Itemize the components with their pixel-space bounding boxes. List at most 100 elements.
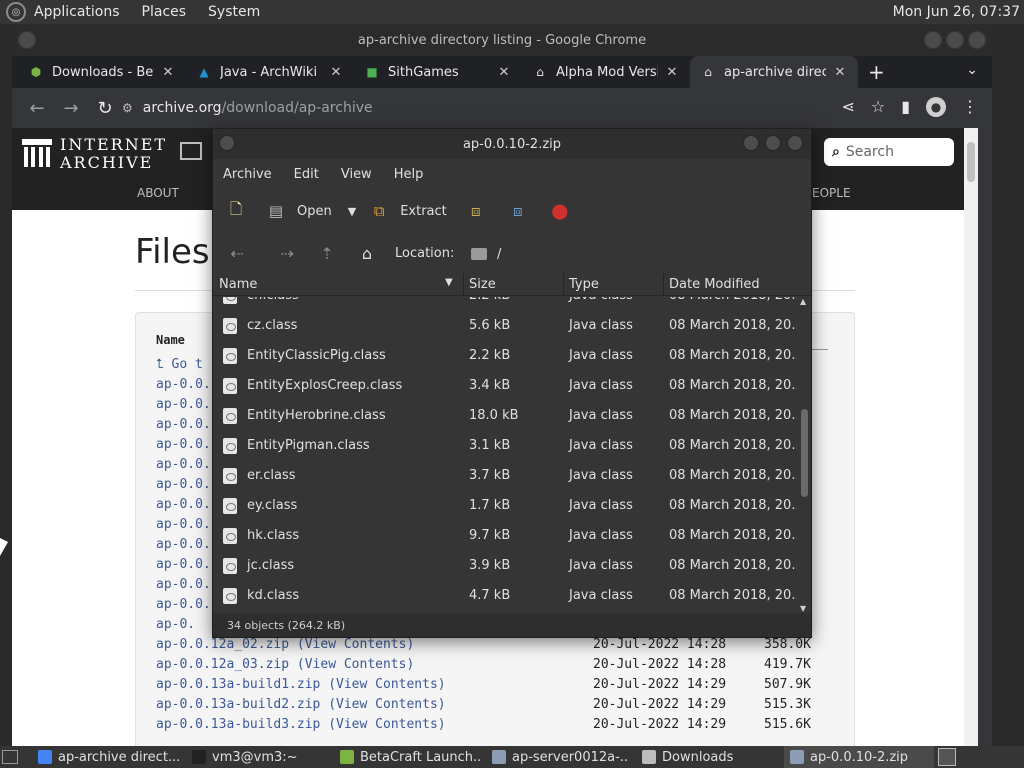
nav-about[interactable]: ABOUT <box>137 186 179 200</box>
go-to-parent-link[interactable]: ⮤ Go t <box>156 357 203 372</box>
table-row[interactable]: ey.class 1.7 kB Java class 08 March 2018, 2… <box>213 491 797 521</box>
tab-search-icon[interactable]: ⌄ <box>966 62 978 78</box>
menu-archive[interactable]: Archive <box>223 167 272 182</box>
menu-edit[interactable]: Edit <box>294 167 319 182</box>
url-bar[interactable]: ⚙ archive.org/download/ap-archive <box>122 94 822 122</box>
column-separator[interactable] <box>663 274 664 296</box>
open-archive-icon[interactable]: ▤ <box>265 200 287 222</box>
bookmark-star-icon[interactable]: ☆ <box>871 97 885 117</box>
archive-scroll-thumb[interactable] <box>801 409 808 497</box>
file-link[interactable]: ap-0.0.12a_03.zip <box>156 657 289 672</box>
view-contents-link[interactable]: View Contents <box>305 657 407 672</box>
file-link[interactable]: ap-0.0. <box>156 477 211 492</box>
stop-icon[interactable]: ⬤ <box>549 200 571 222</box>
file-link[interactable]: ap-0.0. <box>156 417 211 432</box>
maximize-button[interactable] <box>765 135 781 151</box>
open-button[interactable]: Open <box>297 204 332 219</box>
chrome-menu-icon[interactable]: ⋮ <box>962 97 978 117</box>
nav-people[interactable]: EOPLE <box>812 186 851 200</box>
up-icon[interactable]: ⇡ <box>317 244 337 263</box>
view-contents-link[interactable]: View Contents <box>336 677 438 692</box>
col-size[interactable]: Size <box>469 277 496 292</box>
system-menu[interactable]: System <box>208 4 260 20</box>
clock[interactable]: Mon Jun 26, 07:37 <box>893 4 1020 20</box>
site-search-input[interactable]: ⌕ Search <box>824 138 954 166</box>
close-tab-icon[interactable]: ✕ <box>160 65 176 80</box>
file-link[interactable]: ap-0.0.13a-build1.zip <box>156 677 320 692</box>
tab-ap-archive[interactable]: ⌂ ap-archive directo ✕ <box>690 56 858 88</box>
view-contents-link[interactable]: View Contents <box>336 697 438 712</box>
profile-avatar-icon[interactable]: ● <box>926 97 946 117</box>
tab-downloads-beta[interactable]: ⬢ Downloads - Beta ✕ <box>18 56 186 88</box>
column-separator[interactable] <box>563 274 564 296</box>
minimize-button[interactable] <box>924 31 942 49</box>
internet-archive-logo[interactable]: INTERNET ARCHIVE <box>22 136 167 172</box>
taskbar-item[interactable]: ap-server0012a-... <box>486 746 628 768</box>
forward-button[interactable]: → <box>62 98 80 119</box>
workspace-switcher[interactable] <box>938 748 956 766</box>
extract-button[interactable]: Extract <box>400 204 447 219</box>
file-link[interactable]: ap-0.0. <box>156 397 211 412</box>
side-panel-icon[interactable]: ▮ <box>901 97 910 117</box>
col-type[interactable]: Type <box>569 277 599 292</box>
taskbar-item[interactable]: ap-archive direct... <box>32 746 184 768</box>
file-link[interactable]: ap-0.0.12a_02.zip <box>156 637 289 652</box>
scroll-down-icon[interactable]: ▼ <box>800 604 806 613</box>
file-link[interactable]: ap-0.0. <box>156 557 211 572</box>
close-tab-icon[interactable]: ✕ <box>496 65 512 80</box>
maximize-button[interactable] <box>946 31 964 49</box>
new-tab-button[interactable]: + <box>868 60 885 84</box>
table-row[interactable]: EntityExplosCreep.class 3.4 kB Java class 0… <box>213 371 797 401</box>
file-link[interactable]: ap-0.0.13a-build3.zip <box>156 717 320 732</box>
location-field[interactable]: / <box>471 242 803 266</box>
table-row[interactable]: EntityHerobrine.class 18.0 kB Java class 08… <box>213 401 797 431</box>
window-menu-button[interactable] <box>219 135 235 151</box>
sort-descending-icon[interactable]: ▼ <box>445 277 453 288</box>
tab-sithgames[interactable]: ■ SithGames ✕ <box>354 56 522 88</box>
archive-list-scrollbar[interactable]: ▲ ▼ <box>799 297 809 613</box>
table-row[interactable]: hk.class 9.7 kB Java class 08 March 2018, 2… <box>213 521 797 551</box>
col-date-modified[interactable]: Date Modified <box>669 277 760 292</box>
new-archive-icon[interactable]: 🗋 <box>225 200 247 222</box>
home-icon[interactable]: ⌂ <box>357 244 377 263</box>
share-icon[interactable]: ⋖ <box>841 97 854 117</box>
close-tab-icon[interactable]: ✕ <box>664 65 680 80</box>
table-row[interactable]: EntityClassicPig.class 2.2 kB Java class 08… <box>213 341 797 371</box>
table-row[interactable]: jc.class 3.9 kB Java class 08 March 2018, 2… <box>213 551 797 581</box>
archive-file-list[interactable]: cn.class 2.2 kB Java class 08 March 2018, 2… <box>213 297 797 613</box>
distro-logo-icon[interactable]: ◎ <box>6 2 26 22</box>
column-name-header[interactable]: Name <box>156 333 185 347</box>
minimize-button[interactable] <box>743 135 759 151</box>
file-link[interactable]: ap-0.0. <box>156 497 211 512</box>
page-scrollbar[interactable] <box>964 128 978 746</box>
file-link[interactable]: ap-0.0. <box>156 457 211 472</box>
close-tab-icon[interactable]: ✕ <box>832 65 848 80</box>
show-desktop-icon[interactable] <box>2 750 18 764</box>
column-separator[interactable] <box>463 274 464 296</box>
site-info-icon[interactable]: ⚙ <box>122 101 133 115</box>
back-icon[interactable]: ⇠ <box>227 244 247 263</box>
file-link[interactable]: ap-0.0. <box>156 437 211 452</box>
tab-java-archwiki[interactable]: ▲ Java - ArchWiki ✕ <box>186 56 354 88</box>
file-link[interactable]: ap-0.0. <box>156 537 211 552</box>
table-row[interactable]: er.class 3.7 kB Java class 08 March 2018, 2… <box>213 461 797 491</box>
file-link[interactable]: ap-0.0.13a-build2.zip <box>156 697 320 712</box>
applications-menu[interactable]: Applications <box>34 4 120 20</box>
open-dropdown-icon[interactable]: ▼ <box>348 205 356 218</box>
col-name[interactable]: Name <box>219 277 257 292</box>
file-link[interactable]: ap-0.0. <box>156 377 211 392</box>
table-row[interactable]: kd.class 4.7 kB Java class 08 March 2018, 2… <box>213 581 797 611</box>
archive-manager-titlebar[interactable]: ap-0.0.10-2.zip <box>213 129 811 159</box>
menu-help[interactable]: Help <box>394 167 424 182</box>
tab-alpha-mod-version[interactable]: ⌂ Alpha Mod Version ✕ <box>522 56 690 88</box>
close-window-button[interactable] <box>968 31 986 49</box>
scroll-up-icon[interactable]: ▲ <box>800 297 806 306</box>
menu-view[interactable]: View <box>341 167 372 182</box>
chrome-titlebar[interactable]: ap-archive directory listing - Google Ch… <box>12 24 992 56</box>
file-link[interactable]: ap-0. <box>156 617 195 632</box>
page-scroll-thumb[interactable] <box>967 142 975 182</box>
table-row[interactable]: EntityPigman.class 3.1 kB Java class 08 Mar… <box>213 431 797 461</box>
forward-icon[interactable]: ⇢ <box>277 244 297 263</box>
reload-button[interactable]: ↻ <box>96 98 114 119</box>
close-tab-icon[interactable]: ✕ <box>328 65 344 80</box>
